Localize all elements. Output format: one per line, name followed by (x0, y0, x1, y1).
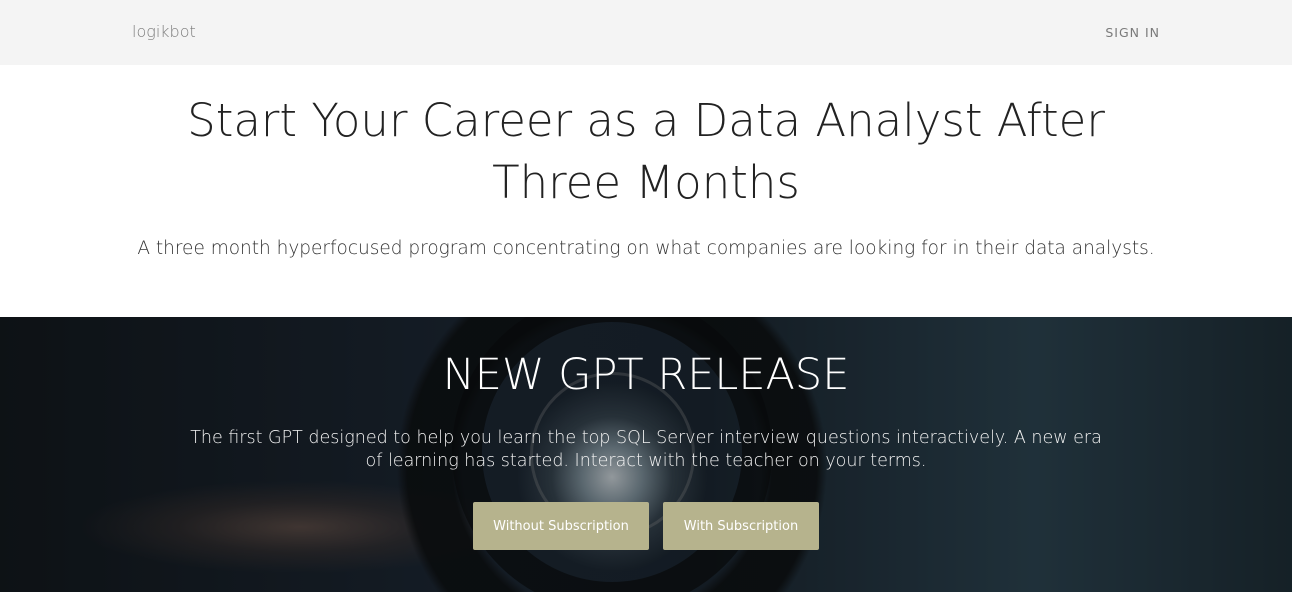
sign-in-link[interactable]: SIGN IN (1105, 25, 1160, 40)
brand-logo-link[interactable]: logikbot (132, 22, 196, 41)
top-navbar: logikbot SIGN IN (0, 0, 1292, 65)
without-subscription-button[interactable]: Without Subscription (473, 502, 649, 550)
hero-subtitle: A three month hyperfocused program conce… (137, 238, 1155, 259)
banner-title: NEW GPT RELEASE (442, 350, 850, 400)
gpt-release-banner: NEW GPT RELEASE The first GPT designed t… (0, 317, 1292, 592)
hero-title: Start Your Career as a Data Analyst Afte… (187, 94, 1105, 209)
with-subscription-button[interactable]: With Subscription (663, 502, 819, 550)
banner-description: The first GPT designed to help you learn… (190, 428, 1102, 471)
